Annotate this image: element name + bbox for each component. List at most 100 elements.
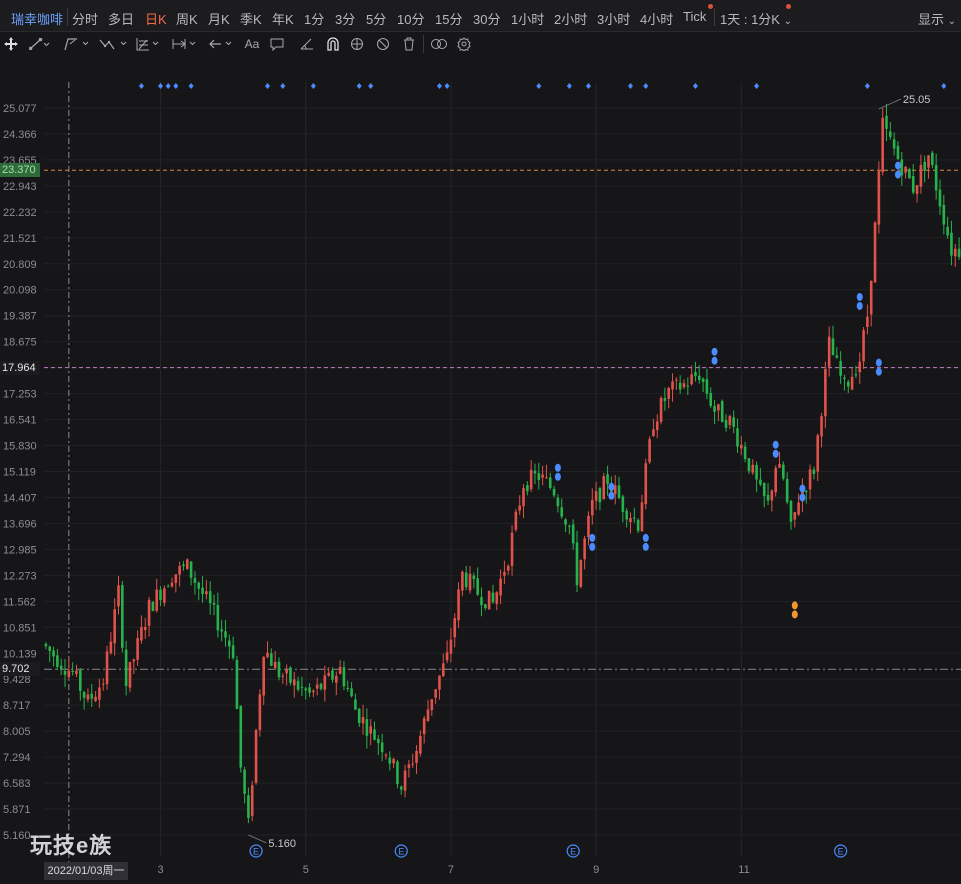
- earnings-marker-label: E: [398, 847, 404, 857]
- stock-title[interactable]: 瑞幸咖啡: [11, 9, 63, 28]
- y-tick-label: 16.541: [3, 415, 37, 427]
- candle-body: [143, 626, 147, 631]
- candle-body: [728, 415, 732, 425]
- ref-price-label: 23.370: [0, 163, 40, 178]
- trade-marker: [791, 610, 798, 619]
- signal-dot: [536, 83, 542, 89]
- candle-body: [472, 575, 476, 580]
- tf-jik[interactable]: 季K: [240, 9, 262, 28]
- y-tick-label: 20.098: [3, 285, 37, 297]
- candle-body: [736, 428, 739, 447]
- candle-body: [652, 429, 655, 437]
- candle-body: [235, 659, 239, 709]
- candle-body: [629, 517, 632, 523]
- candle-body: [90, 693, 94, 699]
- tf-4h[interactable]: 4小时: [640, 9, 673, 28]
- tf-1h[interactable]: 1小时: [511, 9, 544, 28]
- signal-dot: [165, 83, 171, 89]
- move-icon[interactable]: [3, 35, 19, 53]
- candle-body: [919, 164, 923, 187]
- candle-body: [713, 405, 716, 412]
- arrow-tool-icon[interactable]: [206, 35, 236, 53]
- earnings-marker-label: E: [838, 847, 844, 857]
- tf-fenshi[interactable]: 分时: [72, 9, 98, 28]
- candle-body: [506, 565, 510, 571]
- fib-tool-icon[interactable]: [134, 35, 164, 53]
- combo-timeframe-label: 1天 : 1分K: [720, 12, 780, 27]
- candle-body: [338, 666, 342, 674]
- candle-body: [732, 417, 735, 427]
- candlestick-chart[interactable]: 25.07724.36623.65522.94322.23221.52120.8…: [0, 56, 961, 884]
- channel-tool-icon[interactable]: [62, 35, 92, 53]
- candle-body: [812, 469, 816, 474]
- tf-duori[interactable]: 多日: [108, 9, 134, 28]
- candle-body: [866, 316, 869, 327]
- candle-body: [552, 488, 556, 496]
- signal-dot: [864, 83, 870, 89]
- candle-body: [277, 661, 281, 678]
- y-tick-label: 15.119: [3, 466, 36, 478]
- tf-yuek[interactable]: 月K: [208, 9, 230, 28]
- candle-body: [648, 439, 651, 463]
- measure-tool-icon[interactable]: [170, 35, 200, 53]
- signal-dot: [368, 83, 374, 89]
- tf-10min[interactable]: 10分: [397, 9, 424, 28]
- candle-body: [675, 379, 678, 381]
- candle-body: [583, 538, 586, 560]
- candle-body: [908, 169, 911, 179]
- settings-icon[interactable]: [455, 35, 473, 53]
- tf-niank[interactable]: 年K: [272, 9, 294, 28]
- y-tick-label: 10.851: [3, 622, 37, 634]
- y-tick-label: 11.562: [3, 596, 36, 608]
- tf-rik[interactable]: 日K: [145, 9, 167, 28]
- candle-body: [399, 786, 403, 790]
- y-tick-label: 21.521: [3, 233, 37, 245]
- candle-body: [896, 145, 900, 159]
- y-tick-label: 10.139: [3, 648, 37, 660]
- candle-body: [827, 336, 831, 367]
- delete-icon[interactable]: [400, 35, 418, 53]
- y-tick-label: 25.077: [3, 103, 37, 115]
- hide-tool-icon[interactable]: [374, 35, 392, 53]
- trade-marker: [856, 292, 863, 301]
- y-tick-label: 8.005: [3, 726, 31, 738]
- magnet-icon[interactable]: [324, 35, 342, 53]
- candle-body: [308, 687, 311, 693]
- tf-1min[interactable]: 1分: [304, 9, 324, 28]
- tf-zhouk[interactable]: 周K: [176, 9, 198, 28]
- candle-body: [193, 578, 197, 583]
- tf-2h[interactable]: 2小时: [554, 9, 587, 28]
- angle-tool-icon[interactable]: [298, 35, 316, 53]
- candle-body: [759, 479, 762, 485]
- candle-body: [491, 592, 495, 603]
- x-tick-label: 5: [302, 864, 309, 876]
- candle-body: [724, 420, 728, 428]
- tf-3h[interactable]: 3小时: [597, 9, 630, 28]
- tf-tick[interactable]: Tick: [683, 9, 706, 24]
- display-menu[interactable]: 显示 ⌄: [918, 9, 956, 28]
- candle-body: [709, 393, 713, 406]
- tf-15min[interactable]: 15分: [435, 9, 462, 28]
- combo-timeframe-select[interactable]: 1天 : 1分K ⌄: [720, 9, 792, 28]
- line-tool-icon[interactable]: [28, 35, 52, 53]
- tf-3min[interactable]: 3分: [335, 9, 355, 28]
- tf-5min[interactable]: 5分: [366, 9, 386, 28]
- link-icon[interactable]: [429, 35, 449, 53]
- candle-body: [774, 467, 777, 493]
- candle-body: [705, 379, 709, 394]
- tf-30min[interactable]: 30分: [473, 9, 500, 28]
- candle-body: [717, 404, 720, 411]
- candle-body: [44, 643, 48, 647]
- signal-dot: [643, 83, 649, 89]
- candle-body: [804, 491, 808, 493]
- candle-body: [113, 609, 116, 644]
- text-tool-icon[interactable]: Aa: [243, 35, 261, 53]
- comment-tool-icon[interactable]: [268, 35, 286, 53]
- wave-tool-icon[interactable]: [98, 35, 130, 53]
- candle-body: [285, 669, 288, 674]
- candle-body: [67, 670, 71, 678]
- lock-tool-icon[interactable]: [348, 35, 366, 53]
- trade-marker: [554, 472, 561, 481]
- candle-body: [346, 687, 350, 689]
- candle-body: [380, 742, 384, 753]
